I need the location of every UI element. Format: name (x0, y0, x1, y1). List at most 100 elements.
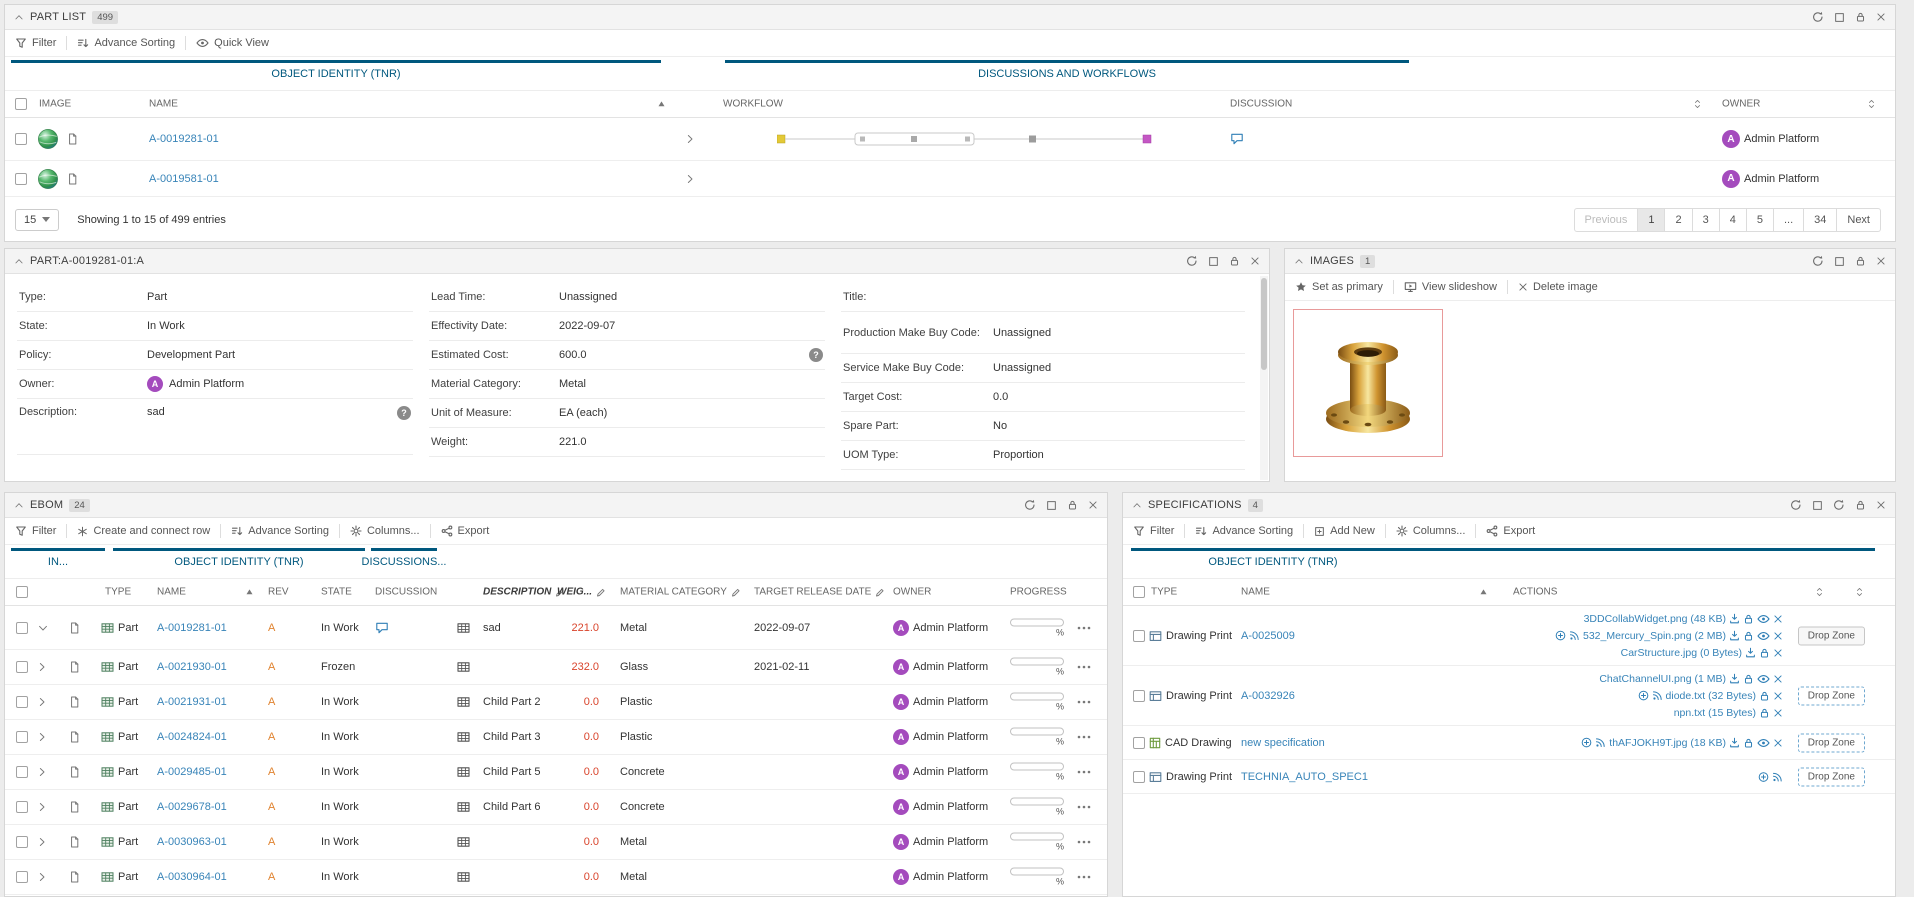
tab-discussions[interactable]: DISCUSSIONS... (362, 556, 447, 568)
column-header-rev[interactable]: REV (268, 587, 289, 598)
row-checkbox[interactable] (1133, 737, 1145, 749)
subscribe-rss-icon[interactable] (1595, 737, 1606, 748)
columns-button[interactable]: Columns... (350, 525, 420, 537)
file-link[interactable]: ChatChannelUI.png (1 MB) (1599, 671, 1726, 687)
workflow-mini-map[interactable] (777, 131, 1162, 148)
close-icon[interactable] (1876, 500, 1886, 510)
scrollbar-thumb[interactable] (1261, 278, 1267, 370)
refresh-icon[interactable] (1024, 499, 1036, 511)
lock-icon[interactable] (1855, 11, 1866, 23)
row-checkbox[interactable] (1133, 771, 1145, 783)
expand-chevron-icon[interactable] (685, 133, 695, 145)
lock-icon[interactable] (1067, 499, 1078, 511)
reload-icon[interactable] (1833, 499, 1845, 511)
expand-chevron-icon[interactable] (37, 696, 47, 708)
row-checkbox[interactable] (16, 696, 28, 708)
description-grid-icon[interactable] (457, 836, 470, 848)
part-name-link[interactable]: A-0030964-01 (157, 871, 227, 883)
row-menu-icon[interactable] (1077, 875, 1091, 879)
pagination-page-2[interactable]: 2 (1664, 208, 1692, 232)
column-header-type[interactable]: TYPE (105, 587, 131, 598)
lock-icon[interactable] (1759, 707, 1770, 719)
part-name-link[interactable]: A-0029485-01 (157, 766, 227, 778)
remove-icon[interactable] (1773, 648, 1783, 658)
subscribe-rss-icon[interactable] (1569, 630, 1580, 641)
expand-chevron-icon[interactable] (37, 766, 47, 778)
collapse-chevron-icon[interactable] (14, 257, 24, 266)
view-slideshow-button[interactable]: View slideshow (1404, 281, 1497, 293)
sort-asc-icon[interactable] (245, 588, 254, 596)
expand-chevron-icon[interactable] (685, 173, 695, 185)
delete-image-button[interactable]: Delete image (1518, 281, 1598, 293)
advance-sorting-button[interactable]: Advance Sorting (231, 525, 329, 537)
expand-chevron-icon[interactable] (37, 731, 47, 743)
refresh-icon[interactable] (1812, 11, 1824, 23)
column-header-image[interactable]: IMAGE (39, 99, 71, 110)
quick-view-button[interactable]: Quick View (196, 37, 269, 49)
pagination-page-item[interactable]: ... (1773, 208, 1804, 232)
row-menu-icon[interactable] (1077, 805, 1091, 809)
row-checkbox[interactable] (15, 173, 27, 185)
row-checkbox[interactable] (16, 801, 28, 813)
row-checkbox[interactable] (16, 871, 28, 883)
lock-icon[interactable] (1743, 630, 1754, 642)
file-link[interactable]: npn.txt (15 Bytes) (1674, 705, 1756, 721)
row-checkbox[interactable] (1133, 630, 1145, 642)
row-checkbox[interactable] (16, 622, 28, 634)
collapse-chevron-icon[interactable] (37, 623, 49, 633)
column-header-material-category[interactable]: MATERIAL CATEGORY (620, 587, 741, 598)
maximize-icon[interactable] (1834, 12, 1845, 23)
pagination-next[interactable]: Next (1836, 208, 1881, 232)
expand-chevron-icon[interactable] (37, 801, 47, 813)
drop-zone[interactable]: Drop Zone (1798, 767, 1865, 786)
lock-icon[interactable] (1855, 255, 1866, 267)
column-sort-icon[interactable] (1815, 587, 1824, 598)
preview-icon[interactable] (1757, 613, 1770, 625)
expand-chevron-icon[interactable] (37, 871, 47, 883)
add-attachment-icon[interactable] (1638, 690, 1649, 701)
image-thumbnail[interactable] (1293, 309, 1443, 457)
row-menu-icon[interactable] (1077, 665, 1091, 669)
filter-button[interactable]: Filter (15, 525, 56, 537)
tab-discussions-workflows[interactable]: DISCUSSIONS AND WORKFLOWS (978, 68, 1156, 80)
expand-chevron-icon[interactable] (37, 836, 47, 848)
download-icon[interactable] (1729, 737, 1740, 748)
preview-icon[interactable] (1757, 673, 1770, 685)
description-grid-icon[interactable] (457, 661, 470, 673)
export-button[interactable]: Export (1486, 525, 1535, 537)
remove-icon[interactable] (1773, 738, 1783, 748)
pagination-page-1[interactable]: 1 (1637, 208, 1665, 232)
row-menu-icon[interactable] (1077, 840, 1091, 844)
preview-icon[interactable] (1757, 737, 1770, 749)
spec-name-link[interactable]: A-0032926 (1241, 690, 1295, 702)
discussion-icon[interactable] (1230, 133, 1244, 146)
row-checkbox[interactable] (16, 661, 28, 673)
column-header-name[interactable]: NAME (149, 99, 178, 110)
download-icon[interactable] (1729, 613, 1740, 624)
maximize-icon[interactable] (1208, 256, 1219, 267)
columns-button[interactable]: Columns... (1396, 525, 1466, 537)
column-header-owner[interactable]: OWNER (893, 587, 931, 598)
refresh-icon[interactable] (1790, 499, 1802, 511)
row-checkbox[interactable] (16, 731, 28, 743)
close-icon[interactable] (1088, 500, 1098, 510)
file-link[interactable]: thAFJOKH9T.jpg (18 KB) (1609, 735, 1726, 751)
select-all-checkbox[interactable] (1133, 586, 1145, 598)
close-icon[interactable] (1876, 256, 1886, 266)
set-as-primary-button[interactable]: Set as primary (1295, 281, 1383, 293)
tab-object-identity[interactable]: OBJECT IDENTITY (TNR) (174, 556, 303, 568)
download-icon[interactable] (1729, 673, 1740, 684)
subscribe-rss-icon[interactable] (1772, 771, 1783, 782)
collapse-chevron-icon[interactable] (1294, 257, 1304, 266)
lock-icon[interactable] (1743, 737, 1754, 749)
file-link[interactable]: 532_Mercury_Spin.png (2 MB) (1583, 628, 1726, 644)
add-attachment-icon[interactable] (1758, 771, 1769, 782)
help-icon[interactable]: ? (809, 348, 823, 362)
column-header-type[interactable]: TYPE (1151, 587, 1177, 598)
sort-asc-icon[interactable] (657, 100, 666, 108)
column-header-discussion[interactable]: DISCUSSION (1230, 99, 1292, 110)
file-link[interactable]: CarStructure.jpg (0 Bytes) (1621, 645, 1742, 661)
column-header-name[interactable]: NAME (157, 587, 186, 598)
drop-zone[interactable]: Drop Zone (1798, 686, 1865, 705)
row-menu-icon[interactable] (1077, 770, 1091, 774)
